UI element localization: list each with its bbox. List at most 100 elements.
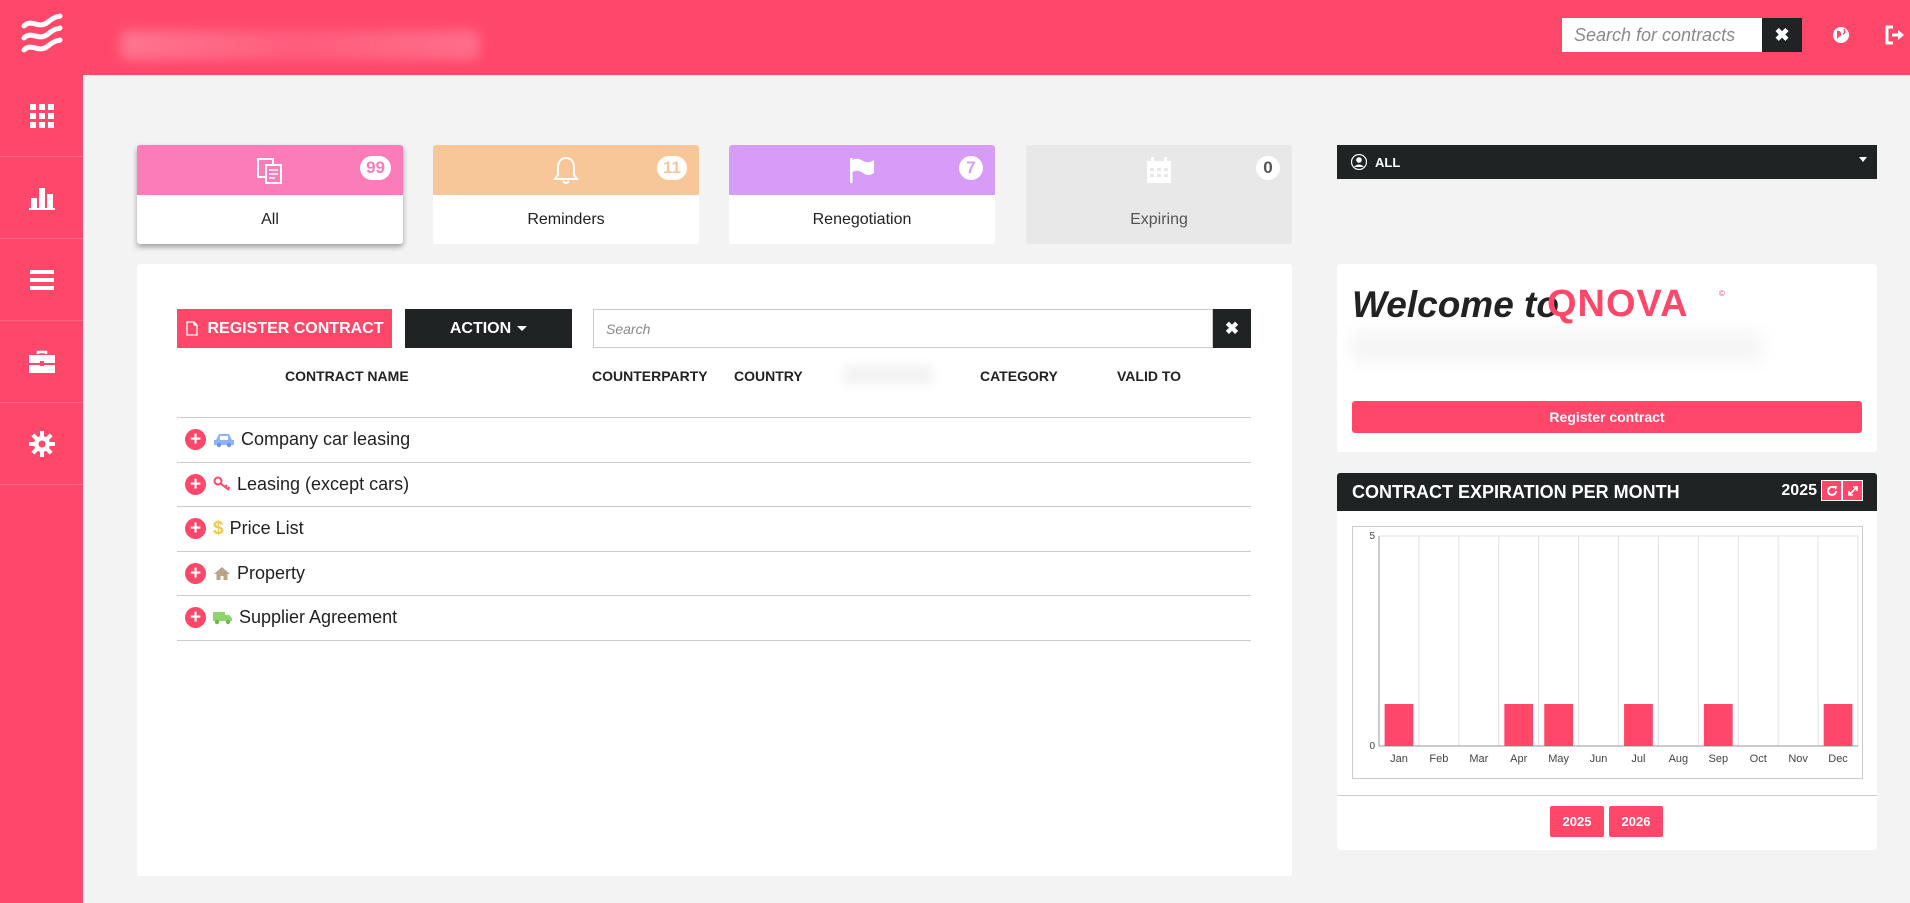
column-header-counterparty[interactable]: COUNTERPARTY [592, 368, 708, 384]
welcome-title: Welcome to [1352, 284, 1559, 325]
expand-icon[interactable] [1842, 480, 1863, 501]
register-contract-label: REGISTER CONTRACT [207, 319, 384, 337]
tile-all[interactable]: 99 All [137, 145, 403, 244]
x-tick-label: Oct [1750, 753, 1767, 765]
action-dropdown-button[interactable]: ACTION [405, 309, 572, 348]
contract-search-input[interactable] [1562, 18, 1762, 52]
expand-plus-icon[interactable]: + [185, 562, 206, 584]
year-button-2025[interactable]: 2025 [1550, 806, 1604, 837]
sidebar [0, 75, 83, 903]
contract-category-list: + Company car leasing + Leasing (except … [177, 417, 1251, 641]
x-tick-label: Dec [1828, 753, 1848, 765]
document-icon [185, 321, 198, 336]
expand-plus-icon[interactable]: + [185, 429, 206, 451]
search-clear-button[interactable]: ✖ [1762, 18, 1802, 52]
expand-plus-icon[interactable]: + [185, 473, 206, 495]
chart-header: CONTRACT EXPIRATION PER MONTH 2025 [1337, 473, 1877, 511]
list-item[interactable]: + Leasing (except cars) [177, 463, 1251, 507]
calendar-icon [1147, 157, 1171, 183]
sidebar-item-list[interactable] [0, 239, 83, 321]
chart-title: CONTRACT EXPIRATION PER MONTH [1352, 481, 1680, 502]
register-contract-button[interactable]: REGISTER CONTRACT [177, 309, 392, 348]
column-header-valid-to[interactable]: VALID TO [1117, 368, 1181, 384]
x-tick-label: Nov [1788, 753, 1808, 765]
svg-text:©: © [1719, 289, 1725, 298]
briefcase-icon [28, 350, 55, 373]
category-label: Leasing (except cars) [237, 473, 410, 494]
expand-plus-icon[interactable]: + [185, 518, 206, 540]
x-tick-label: Apr [1510, 753, 1527, 765]
list-item[interactable]: + Company car leasing [177, 418, 1251, 463]
globe-icon[interactable] [1831, 25, 1851, 45]
tile-all-header: 99 [137, 145, 403, 195]
flag-icon [850, 158, 874, 183]
expiration-chart-panel: CONTRACT EXPIRATION PER MONTH 2025 0 5 Jan… [1337, 473, 1877, 850]
bar-dec[interactable] [1823, 704, 1853, 746]
sidebar-item-settings[interactable] [0, 403, 83, 485]
tile-renegotiation[interactable]: 7 Renegotiation [729, 145, 995, 244]
category-label: Company car leasing [241, 429, 411, 450]
chevron-down-icon [1859, 157, 1867, 162]
bar-sep[interactable] [1703, 704, 1733, 746]
bar-chart-icon [28, 187, 55, 210]
qnova-logo: QNOVA © [1547, 283, 1725, 325]
divider [1337, 795, 1877, 796]
y-tick-label: 5 [1369, 531, 1375, 542]
list-item[interactable]: + $ Price List [177, 507, 1251, 552]
sidebar-item-dashboard[interactable] [0, 75, 83, 157]
bar-may[interactable] [1544, 704, 1573, 746]
refresh-icon[interactable] [1821, 480, 1842, 501]
logout-icon[interactable] [1884, 25, 1906, 45]
tile-all-label: All [261, 210, 279, 228]
welcome-panel: Welcome to QNOVA © Register contract [1337, 264, 1877, 452]
y-tick-label: 0 [1369, 741, 1375, 752]
key-icon [213, 476, 231, 492]
list-item[interactable]: + Property [177, 552, 1251, 596]
x-tick-label: Jun [1590, 753, 1608, 765]
year-button-2026[interactable]: 2026 [1609, 806, 1663, 837]
tile-all-count: 99 [360, 156, 391, 180]
category-label: Price List [229, 518, 304, 539]
tile-renegotiation-label: Renegotiation [812, 210, 912, 228]
sidebar-item-contracts[interactable] [0, 321, 83, 403]
list-search-clear-button[interactable]: ✖ [1213, 309, 1251, 348]
blurred-column-header [843, 366, 933, 384]
contracts-panel: REGISTER CONTRACT ACTION ✖ CONTRACT NAME… [137, 264, 1292, 876]
bar-jul[interactable] [1624, 704, 1653, 746]
blurred-company-name [120, 30, 480, 60]
tile-renegotiation-count: 7 [959, 156, 983, 180]
tile-reminders-label: Reminders [527, 210, 605, 228]
column-header-country[interactable]: COUNTRY [734, 368, 803, 384]
tile-expiring[interactable]: 0 Expiring [1026, 145, 1292, 244]
list-item[interactable]: + Supplier Agreement [177, 596, 1251, 641]
chart-area: 0 5 Jan Feb Mar Apr May Jun Jul Aug Sep Oct Nov Dec [1352, 526, 1863, 779]
bar-apr[interactable] [1504, 704, 1534, 746]
column-header-category[interactable]: CATEGORY [980, 368, 1058, 384]
x-tick-label: Feb [1429, 753, 1448, 765]
chart-year-label: 2025 [1781, 482, 1817, 499]
tile-reminders-header: 11 [433, 145, 699, 195]
expiration-bar-chart: 0 5 Jan Feb Mar Apr May Jun Jul Aug Sep Oct Nov Dec [1369, 531, 1859, 765]
x-tick-label: May [1548, 753, 1569, 765]
truck-icon [213, 610, 233, 625]
dollar-icon: $ [213, 517, 224, 539]
user-filter-select[interactable]: ALL [1337, 145, 1877, 179]
user-icon [1351, 154, 1367, 170]
expand-plus-icon[interactable]: + [185, 607, 206, 629]
car-icon [213, 432, 235, 448]
user-filter-value: ALL [1375, 154, 1401, 170]
sidebar-item-reports[interactable] [0, 157, 83, 239]
x-tick-label: Sep [1709, 753, 1729, 765]
column-header-contract-name[interactable]: CONTRACT NAME [285, 368, 409, 384]
home-icon [213, 566, 231, 581]
top-bar: ✖ [0, 0, 1910, 75]
contract-list-search-input[interactable] [593, 309, 1213, 348]
tile-reminders[interactable]: 11 Reminders [433, 145, 699, 244]
app-logo-icon[interactable] [18, 12, 66, 60]
documents-icon [257, 158, 282, 184]
list-icon [29, 269, 54, 290]
bar-jan[interactable] [1384, 704, 1414, 746]
blurred-welcome-text [1352, 332, 1762, 362]
welcome-register-contract-button[interactable]: Register contract [1352, 401, 1862, 433]
svg-text:QNOVA: QNOVA [1547, 283, 1689, 325]
